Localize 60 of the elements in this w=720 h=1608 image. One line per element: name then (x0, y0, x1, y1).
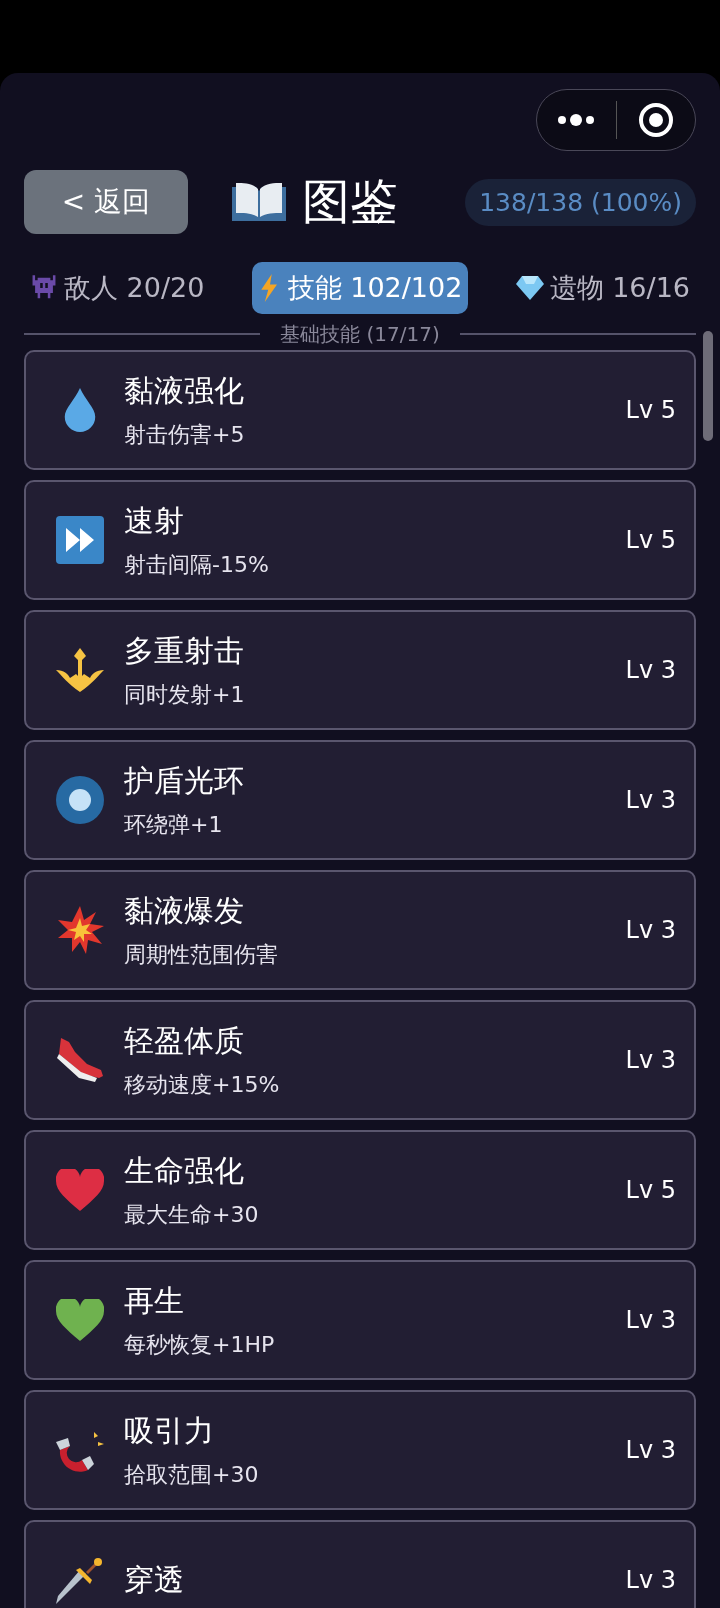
page-title: 图鉴 (302, 172, 398, 231)
skill-name: 黏液爆发 (124, 891, 245, 930)
skill-level: Lv 3 (625, 1566, 676, 1594)
diamond-icon (515, 276, 544, 300)
skill-card[interactable]: 穿透 Lv 3 (24, 1520, 696, 1608)
skill-level: Lv 3 (625, 916, 676, 944)
skill-effect: 周期性范围伤害 (124, 940, 279, 969)
category-tab[interactable]: 技能 102/102 (251, 262, 469, 314)
skill-effect: 移动速度+15% (124, 1070, 281, 1099)
skill-name: 轻盈体质 (124, 1021, 245, 1060)
section-title: 基础技能 (17/17) (280, 320, 440, 348)
skill-effect: 每秒恢复+1HP (124, 1330, 276, 1359)
fast-forward-icon (56, 516, 104, 564)
drop-icon (63, 388, 97, 432)
skill-name: 生命强化 (124, 1151, 245, 1190)
skill-effect: 最大生命+30 (124, 1200, 260, 1229)
skill-level: Lv 3 (625, 786, 676, 814)
category-tab[interactable]: 敌人 20/20 (24, 262, 211, 314)
skill-level: Lv 5 (625, 396, 676, 424)
back-button[interactable]: < 返回 (24, 170, 188, 234)
book-icon (232, 181, 286, 223)
skill-card[interactable]: 再生 每秒恢复+1HP Lv 3 (24, 1260, 696, 1380)
skill-level: Lv 5 (625, 1176, 676, 1204)
skill-name: 护盾光环 (124, 761, 245, 800)
skill-effect: 环绕弹+1 (124, 810, 224, 839)
invader-icon (30, 275, 58, 301)
skill-name: 再生 (124, 1281, 185, 1320)
sneaker-icon (55, 1038, 105, 1082)
progress-badge: 138/138 (100%) (465, 178, 696, 226)
skill-level: Lv 5 (625, 526, 676, 554)
skill-effect: 拾取范围+30 (124, 1460, 260, 1489)
more-icon[interactable] (557, 113, 596, 127)
skill-name: 速射 (124, 501, 185, 540)
skill-level: Lv 3 (625, 1046, 676, 1074)
category-tab[interactable]: 遗物 16/16 (509, 262, 696, 314)
close-icon[interactable] (637, 102, 674, 138)
skill-card[interactable]: 黏液爆发 周期性范围伤害 Lv 3 (24, 870, 696, 990)
skill-level: Lv 3 (625, 1306, 676, 1334)
skill-card[interactable]: 轻盈体质 移动速度+15% Lv 3 (24, 1000, 696, 1120)
skill-card[interactable]: 吸引力 拾取范围+30 Lv 3 (24, 1390, 696, 1510)
explosion-icon (56, 906, 104, 954)
skill-card[interactable]: 护盾光环 环绕弹+1 Lv 3 (24, 740, 696, 860)
heart-icon (56, 1299, 104, 1341)
trident-icon (56, 648, 104, 692)
skill-card[interactable]: 速射 射击间隔-15% Lv 5 (24, 480, 696, 600)
orb-icon (56, 776, 104, 824)
skill-card[interactable]: 多重射击 同时发射+1 Lv 3 (24, 610, 696, 730)
skill-card[interactable]: 生命强化 最大生命+30 Lv 5 (24, 1130, 696, 1250)
heart-icon (56, 1169, 104, 1211)
skill-card[interactable]: 黏液强化 射击伤害+5 Lv 5 (24, 350, 696, 470)
skill-name: 黏液强化 (124, 371, 245, 410)
skill-name: 多重射击 (124, 631, 245, 670)
dagger-icon (56, 1556, 104, 1604)
skill-name: 穿透 (124, 1560, 185, 1599)
skill-effect: 射击伤害+5 (124, 420, 246, 449)
skill-level: Lv 3 (625, 1436, 676, 1464)
skill-effect: 射击间隔-15% (124, 550, 270, 579)
skill-effect: 同时发射+1 (124, 680, 246, 709)
skill-level: Lv 3 (625, 656, 676, 684)
skill-name: 吸引力 (124, 1411, 215, 1450)
